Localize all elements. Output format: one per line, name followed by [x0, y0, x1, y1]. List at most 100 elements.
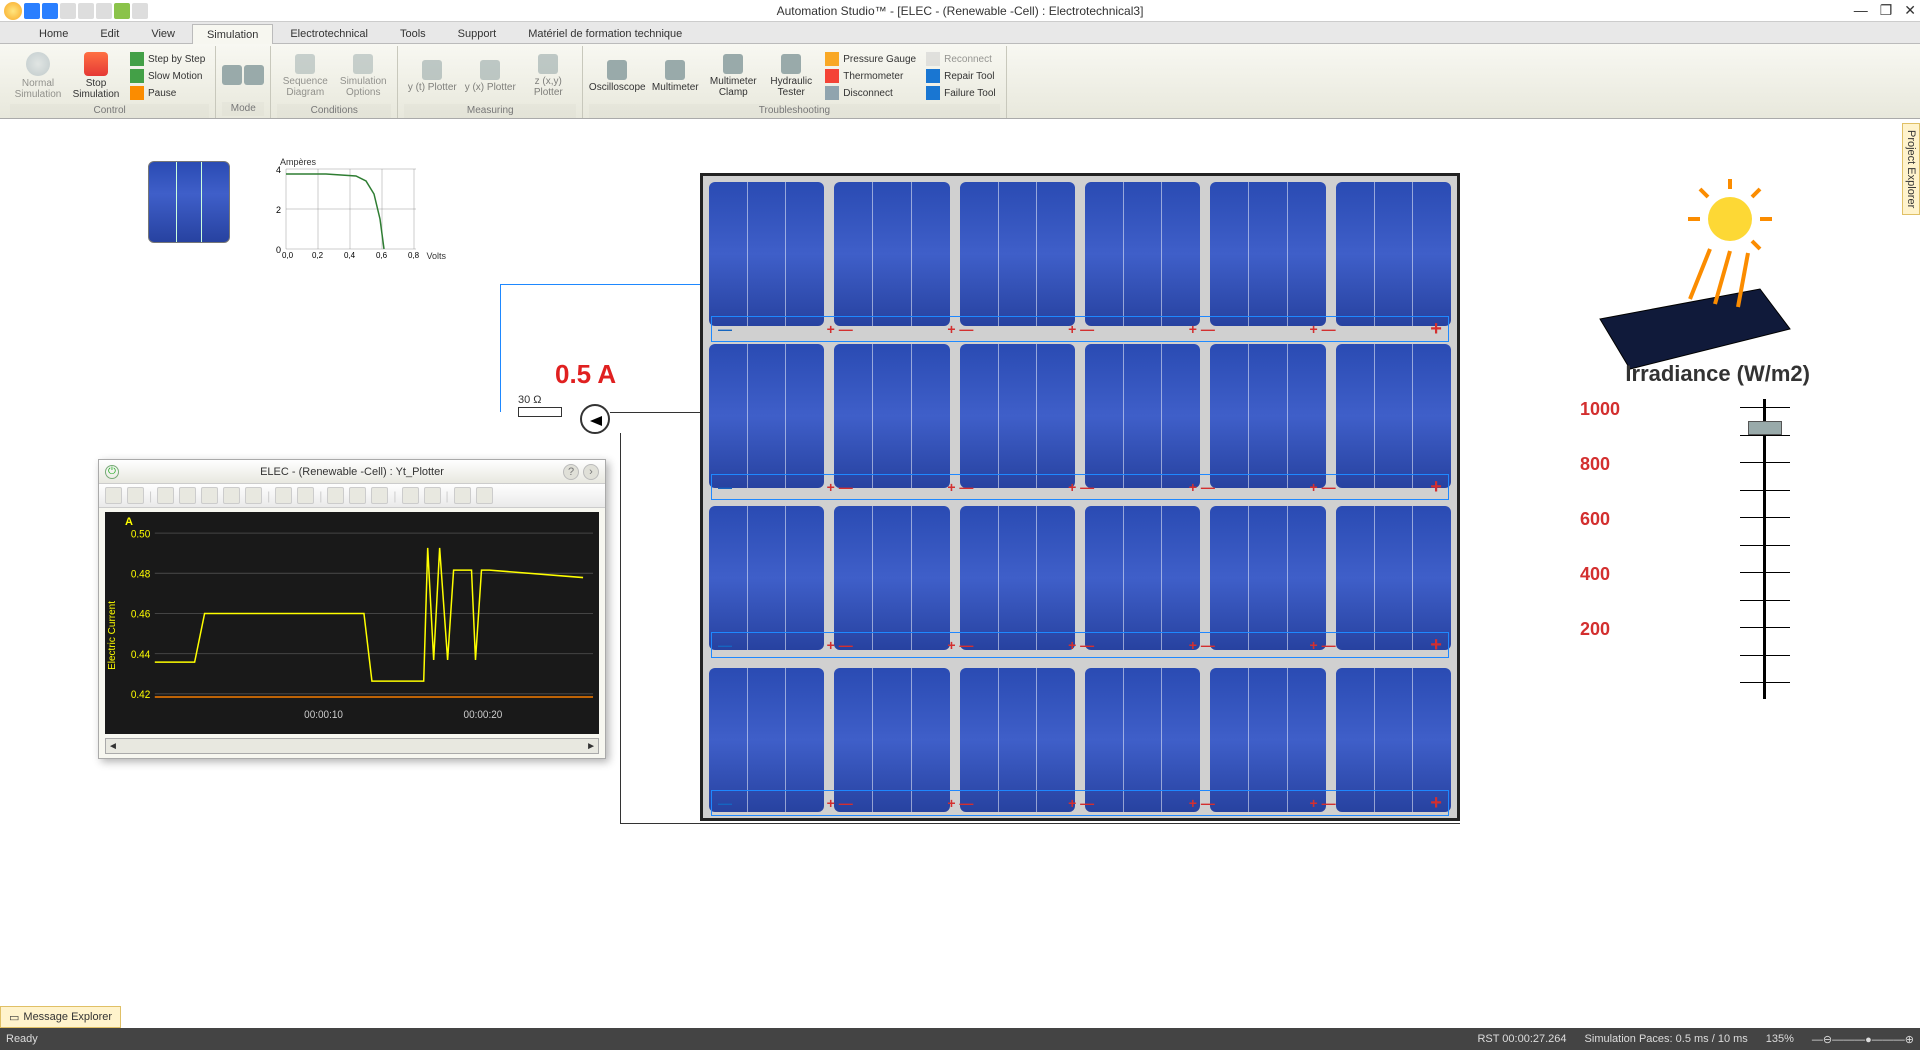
- yt-plotter-button[interactable]: y (t) Plotter: [404, 48, 460, 104]
- solar-cell[interactable]: [1336, 344, 1451, 488]
- repair-tool-button[interactable]: Repair Tool: [922, 68, 1000, 84]
- solar-cell[interactable]: [960, 182, 1075, 326]
- irradiance-slider[interactable]: 1000 800 600 400 200: [1580, 399, 1810, 699]
- hydraulic-icon: [781, 54, 801, 74]
- qat-btn-5[interactable]: [96, 3, 112, 19]
- solar-cell[interactable]: [709, 182, 824, 326]
- status-zoom: 135%: [1766, 1033, 1794, 1045]
- plotter-scrollbar[interactable]: ◄►: [105, 738, 599, 754]
- mode-icon-2[interactable]: [244, 65, 264, 85]
- solar-cell[interactable]: [960, 506, 1075, 650]
- reconnect-button[interactable]: Reconnect: [922, 51, 1000, 67]
- solar-cell[interactable]: [834, 506, 949, 650]
- solar-cell[interactable]: [709, 344, 824, 488]
- qat-btn-4[interactable]: [78, 3, 94, 19]
- oscilloscope-button[interactable]: Oscilloscope: [589, 48, 645, 104]
- plotter-power-icon[interactable]: ⏻: [105, 465, 119, 479]
- solar-cell[interactable]: [834, 182, 949, 326]
- plotter-tool[interactable]: [201, 487, 218, 504]
- app-logo-icon: [4, 2, 22, 20]
- solar-cell[interactable]: [1085, 506, 1200, 650]
- qat-run-icon[interactable]: [114, 3, 130, 19]
- tab-edit[interactable]: Edit: [85, 23, 134, 43]
- plotter-tool[interactable]: [371, 487, 388, 504]
- qat-btn-2[interactable]: [42, 3, 58, 19]
- svg-text:0,6: 0,6: [376, 251, 388, 259]
- solar-cell[interactable]: [1085, 344, 1200, 488]
- qat-btn-3[interactable]: [60, 3, 76, 19]
- disconnect-button[interactable]: Disconnect: [821, 85, 920, 101]
- solar-cell[interactable]: [960, 344, 1075, 488]
- pressure-gauge-button[interactable]: Pressure Gauge: [821, 51, 920, 67]
- plotter-tool[interactable]: [157, 487, 174, 504]
- plotter-tool[interactable]: [127, 487, 144, 504]
- status-rst: RST 00:00:27.264: [1477, 1033, 1566, 1045]
- zxy-plotter-button[interactable]: z (x,y) Plotter: [520, 48, 576, 104]
- tab-tools[interactable]: Tools: [385, 23, 441, 43]
- multimeter-clamp-button[interactable]: Multimeter Clamp: [705, 48, 761, 104]
- close-button[interactable]: ✕: [1904, 2, 1916, 19]
- svg-text:00:00:20: 00:00:20: [464, 710, 503, 721]
- ammeter-symbol[interactable]: [580, 404, 610, 434]
- yx-plotter-button[interactable]: y (x) Plotter: [462, 48, 518, 104]
- plotter-tool[interactable]: [105, 487, 122, 504]
- message-explorer-tab[interactable]: ▭ Message Explorer: [0, 1006, 121, 1028]
- plotter-tool[interactable]: [476, 487, 493, 504]
- plotter-tool[interactable]: [245, 487, 262, 504]
- plotter-tool[interactable]: [402, 487, 419, 504]
- slider-thumb[interactable]: [1748, 421, 1782, 435]
- plotter-titlebar[interactable]: ⏻ ELEC - (Renewable -Cell) : Yt_Plotter …: [99, 460, 605, 484]
- iv-curve-chart: Ampères Volts 420 0,00,20,40,60,8: [266, 159, 424, 259]
- failure-tool-button[interactable]: Failure Tool: [922, 85, 1000, 101]
- tab-simulation[interactable]: Simulation: [192, 24, 273, 44]
- solar-cell[interactable]: [834, 344, 949, 488]
- solar-cell[interactable]: [1085, 182, 1200, 326]
- tab-support[interactable]: Support: [443, 23, 512, 43]
- plotter-tool[interactable]: [424, 487, 441, 504]
- multimeter-button[interactable]: Multimeter: [647, 48, 703, 104]
- hydraulic-tester-button[interactable]: Hydraulic Tester: [763, 48, 819, 104]
- plotter-tool[interactable]: [223, 487, 240, 504]
- plotter-tool[interactable]: [327, 487, 344, 504]
- plotter-tool[interactable]: [179, 487, 196, 504]
- plotter-collapse-icon[interactable]: ›: [583, 464, 599, 480]
- resistor-symbol[interactable]: [518, 407, 562, 417]
- stop-simulation-button[interactable]: Stop Simulation: [68, 48, 124, 104]
- thermometer-button[interactable]: Thermometer: [821, 68, 920, 84]
- canvas-workspace[interactable]: Project Explorer Ampères Volts 420 0,00,…: [0, 119, 1920, 1028]
- pause-button[interactable]: Pause: [126, 85, 209, 101]
- solar-cell[interactable]: [1336, 506, 1451, 650]
- plotter-help-icon[interactable]: ?: [563, 464, 579, 480]
- plotter-tool[interactable]: [275, 487, 292, 504]
- solar-cell[interactable]: [709, 506, 824, 650]
- single-solar-cell[interactable]: [148, 161, 230, 243]
- qat-btn-1[interactable]: [24, 3, 40, 19]
- sequence-diagram-button[interactable]: Sequence Diagram: [277, 48, 333, 104]
- quick-access-toolbar: [4, 2, 148, 20]
- normal-simulation-button[interactable]: Normal Simulation: [10, 48, 66, 104]
- slow-motion-button[interactable]: Slow Motion: [126, 68, 209, 84]
- tab-training[interactable]: Matériel de formation technique: [513, 23, 697, 43]
- tab-view[interactable]: View: [136, 23, 190, 43]
- solar-cell[interactable]: [1210, 506, 1325, 650]
- mode-icon[interactable]: [222, 65, 242, 85]
- qat-btn-7[interactable]: [132, 3, 148, 19]
- solar-cell[interactable]: [1210, 182, 1325, 326]
- yt-plotter-window[interactable]: ⏻ ELEC - (Renewable -Cell) : Yt_Plotter …: [98, 459, 606, 759]
- tab-electrotechnical[interactable]: Electrotechnical: [275, 23, 383, 43]
- maximize-button[interactable]: ❐: [1880, 2, 1893, 19]
- zoom-slider[interactable]: —⊖———●———⊕: [1812, 1033, 1914, 1046]
- plotter-tool[interactable]: [297, 487, 314, 504]
- gauge-icon: [825, 52, 839, 66]
- project-explorer-tab[interactable]: Project Explorer: [1902, 123, 1920, 215]
- simulation-options-button[interactable]: Simulation Options: [335, 48, 391, 104]
- minimize-button[interactable]: —: [1854, 2, 1868, 19]
- plotter-tool[interactable]: [349, 487, 366, 504]
- solar-cell[interactable]: [1210, 344, 1325, 488]
- plotter-toolbar: | | | | |: [99, 484, 605, 508]
- plotter-tool[interactable]: [454, 487, 471, 504]
- tab-home[interactable]: Home: [24, 23, 83, 43]
- solar-cell[interactable]: [1336, 182, 1451, 326]
- step-by-step-button[interactable]: Step by Step: [126, 51, 209, 67]
- solar-panel[interactable]: —+ —+ —+ —+ —+ —+ —+ —+ —+ —+ —+ —+ —+ —…: [700, 173, 1460, 821]
